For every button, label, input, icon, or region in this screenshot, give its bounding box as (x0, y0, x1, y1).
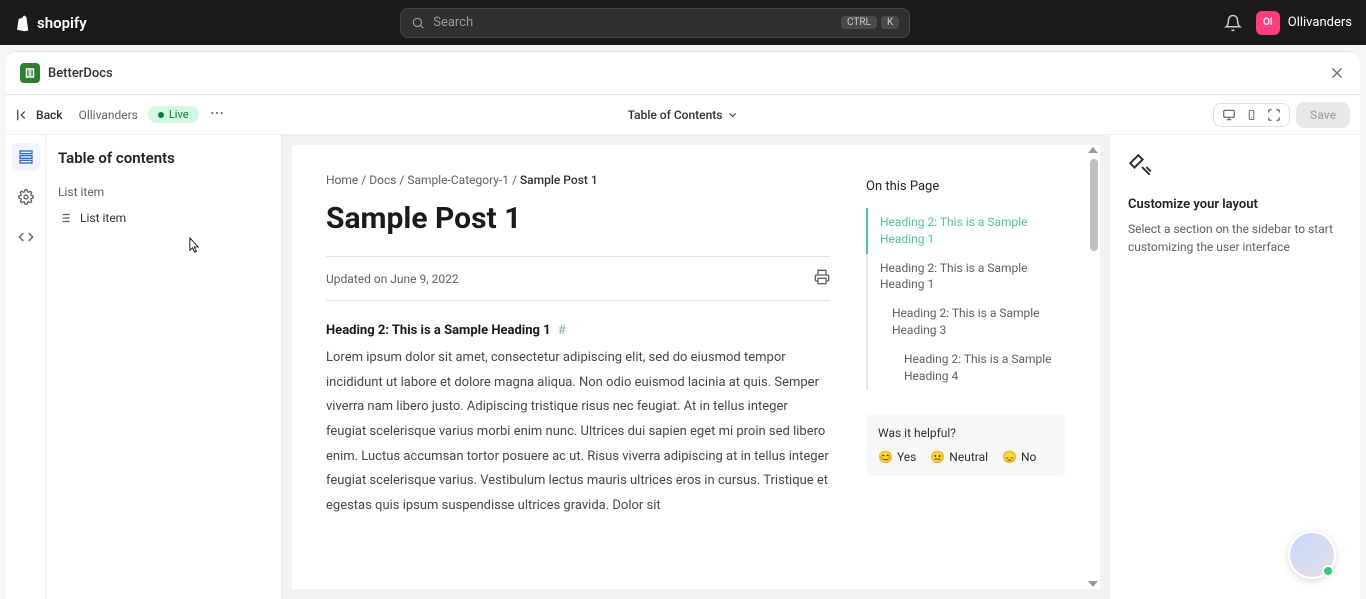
app-name[interactable]: BetterDocs (20, 63, 113, 83)
desktop-icon[interactable] (1222, 108, 1236, 122)
article-body: Lorem ipsum dolor sit amet, consectetur … (326, 346, 830, 519)
breadcrumb-category[interactable]: Sample-Category-1 (407, 173, 509, 187)
page-preview: Home / Docs / Sample-Category-1 / Sample… (292, 145, 1100, 589)
feedback-yes[interactable]: 😊 Yes (878, 450, 916, 464)
toc-link[interactable]: Heading 2: This is a Sample Heading 1 (866, 208, 1066, 254)
logo-text: shopify (37, 14, 87, 32)
left-rail (6, 135, 46, 599)
print-icon (814, 269, 830, 285)
search-input[interactable]: Search CTRL K (400, 8, 910, 38)
main-area: Table of contents List item List item Ho… (6, 135, 1360, 599)
print-button[interactable] (814, 269, 830, 288)
toolbar: Back Ollivanders Live Table of Contents … (6, 95, 1360, 135)
search-shortcut: CTRL K (841, 16, 899, 29)
side-panel: Table of contents List item List item (46, 135, 282, 599)
search-icon (411, 16, 425, 30)
code-icon (18, 229, 34, 245)
toc-link[interactable]: Heading 2: This is a Sample Heading 1 (868, 254, 1066, 300)
avatar: Ol (1256, 11, 1280, 35)
right-panel: Customize your layout Select a section o… (1110, 135, 1360, 599)
tree-node-list-item[interactable]: List item (58, 207, 269, 229)
device-toggle (1213, 103, 1290, 127)
close-icon[interactable] (1328, 64, 1346, 82)
search-placeholder: Search (433, 15, 473, 30)
dots-icon (209, 105, 225, 121)
breadcrumb-current: Sample Post 1 (520, 173, 598, 187)
save-button[interactable]: Save (1296, 102, 1350, 128)
back-button[interactable]: Back (16, 108, 63, 122)
scroll-down-icon[interactable] (1088, 581, 1098, 587)
back-arrow-icon (16, 108, 30, 122)
status-dot-icon (158, 112, 164, 118)
shopify-icon (14, 14, 32, 32)
list-icon (58, 211, 72, 225)
preview-frame: Home / Docs / Sample-Category-1 / Sample… (282, 135, 1110, 599)
article-title: Sample Post 1 (326, 201, 830, 236)
feedback-box: Was it helpful? 😊 Yes 😐 Neutral 😞 No (866, 414, 1066, 476)
feedback-no[interactable]: 😞 No (1002, 450, 1036, 464)
heading-2: Heading 2: This is a Sample Heading 1 # (326, 323, 830, 338)
page-selector[interactable]: Table of Contents (628, 108, 739, 122)
rail-sections[interactable] (12, 143, 40, 171)
shopify-logo[interactable]: shopify (14, 14, 87, 32)
updated-date: Updated on June 9, 2022 (326, 272, 459, 286)
anchor-link[interactable]: # (558, 323, 566, 338)
user-name: Ollivanders (1288, 15, 1352, 30)
chevron-down-icon (726, 109, 738, 121)
user-menu[interactable]: Ol Ollivanders (1256, 11, 1352, 35)
app-header: BetterDocs (6, 51, 1360, 95)
top-bar: shopify Search CTRL K Ol Ollivanders (0, 0, 1366, 45)
toc-link[interactable]: Heading 2: This is a Sample Heading 4 (868, 345, 1066, 391)
breadcrumb-home[interactable]: Home (326, 173, 358, 187)
rail-settings[interactable] (12, 183, 40, 211)
right-panel-heading: Customize your layout (1128, 197, 1342, 212)
more-button[interactable] (209, 105, 225, 124)
app-icon (20, 63, 40, 83)
bell-icon[interactable] (1224, 14, 1242, 32)
right-panel-desc: Select a section on the sidebar to start… (1128, 220, 1342, 256)
on-this-page: On this Page Heading 2: This is a Sample… (866, 173, 1066, 589)
feedback-neutral[interactable]: 😐 Neutral (930, 450, 988, 464)
preview-scrollbar[interactable] (1086, 145, 1100, 589)
store-name-crumb[interactable]: Ollivanders (79, 108, 138, 122)
on-this-page-title: On this Page (866, 179, 1066, 194)
article: Home / Docs / Sample-Category-1 / Sample… (326, 173, 830, 589)
mobile-icon[interactable] (1246, 108, 1257, 122)
paintbrush-icon (1128, 153, 1154, 179)
rail-code[interactable] (12, 223, 40, 251)
section-label[interactable]: List item (58, 185, 269, 199)
gear-icon (18, 189, 34, 205)
fullscreen-icon[interactable] (1267, 108, 1281, 122)
customize-icon (1128, 153, 1342, 183)
feedback-question: Was it helpful? (878, 426, 1054, 440)
live-badge: Live (148, 106, 199, 123)
chat-widget[interactable] (1288, 531, 1336, 579)
online-status-icon (1322, 565, 1334, 577)
scroll-thumb[interactable] (1090, 159, 1098, 251)
toc-link[interactable]: Heading 2: This is a Sample Heading 3 (868, 299, 1066, 345)
breadcrumb-docs[interactable]: Docs (369, 173, 396, 187)
panel-title: Table of contents (58, 149, 269, 167)
sections-icon (18, 149, 34, 165)
scroll-up-icon[interactable] (1088, 147, 1098, 153)
breadcrumb: Home / Docs / Sample-Category-1 / Sample… (326, 173, 830, 187)
